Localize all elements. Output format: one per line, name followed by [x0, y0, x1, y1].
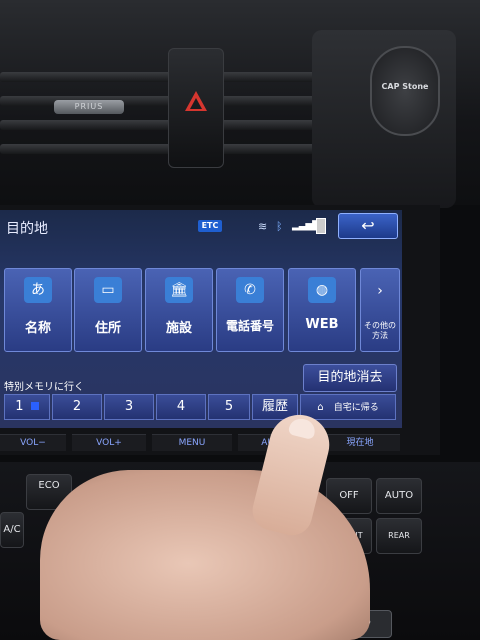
vent-slat [0, 72, 330, 82]
back-button[interactable]: ↩ [338, 213, 398, 239]
memory-button-3[interactable]: 3 [104, 394, 154, 420]
current-location-button[interactable]: 現在地 [320, 434, 400, 451]
hazard-button[interactable] [168, 48, 224, 168]
memory-header: 特別メモリに行く [4, 382, 84, 393]
hazard-icon-inner [190, 98, 202, 109]
home-label: 自宅に帰る [333, 403, 379, 413]
nav-screen: 目的地 ETC ≋ ᛒ ▂▃▅▇ ↩ あ 名称 ▭ 住所 🏛 施設 ✆ 電話番号… [0, 210, 402, 428]
tile-phone-search[interactable]: ✆ 電話番号 [216, 268, 284, 352]
building-icon: 🏛 [165, 277, 193, 303]
hiragana-icon: あ [24, 277, 52, 303]
tile-web-search[interactable]: ◍ WEB [288, 268, 356, 352]
tile-label: 施設 [165, 321, 192, 336]
menu-button[interactable]: MENU [152, 434, 232, 451]
vent-slat [0, 120, 330, 130]
bluetooth-icon: ᛒ [276, 220, 283, 233]
tile-label: 住所 [94, 321, 121, 336]
chevron-right-icon: › [377, 283, 383, 299]
etc-badge: ETC [198, 220, 222, 232]
tile-label: 電話番号 [225, 319, 274, 333]
memory-button-2[interactable]: 2 [52, 394, 102, 420]
page-title: 目的地 [6, 221, 48, 237]
mount-brand: CAP Stone [381, 82, 429, 91]
fingernail [287, 416, 318, 441]
memory-flag-icon [30, 402, 39, 410]
tile-facility-search[interactable]: 🏛 施設 [145, 268, 213, 352]
memory-button-5[interactable]: 5 [208, 394, 250, 420]
nav-topbar: 目的地 ETC ≋ ᛒ ▂▃▅▇ ↩ [0, 210, 402, 244]
vent-slat [0, 96, 330, 106]
battery-icon [316, 218, 326, 234]
tile-other-methods[interactable]: › その他の方法 [360, 268, 400, 352]
globe-icon: ◍ [308, 277, 336, 303]
clear-destination-button[interactable]: 目的地消去 [303, 364, 397, 392]
address-card-icon: ▭ [94, 277, 122, 303]
auto-button[interactable]: AUTO [376, 478, 422, 514]
volume-down-button[interactable]: VOL− [0, 434, 66, 451]
memory-button-1[interactable]: 1 [4, 394, 50, 420]
home-icon: ⌂ [317, 402, 324, 413]
wifi-icon: ≋ [258, 220, 268, 233]
vent-slat [0, 144, 330, 154]
memory-button-4[interactable]: 4 [156, 394, 206, 420]
tile-label: その他の方法 [364, 321, 396, 340]
hand [40, 470, 370, 640]
mount-knob[interactable]: CAP Stone [370, 46, 440, 136]
tile-name-search[interactable]: あ 名称 [4, 268, 72, 352]
tile-address-search[interactable]: ▭ 住所 [74, 268, 142, 352]
volume-up-button[interactable]: VOL+ [72, 434, 146, 451]
go-home-button[interactable]: ⌂ 自宅に帰る [300, 394, 396, 420]
signal-icon: ▂▃▅▇ [292, 220, 320, 231]
ac-button[interactable]: A/C [0, 512, 24, 548]
memory-label: 1 [15, 399, 24, 414]
tile-label: 名称 [24, 321, 51, 336]
vent-badge: PRIUS [54, 100, 124, 114]
tile-label: WEB [305, 317, 339, 332]
phone-icon: ✆ [236, 277, 264, 303]
rear-defrost-button[interactable]: REAR [376, 518, 422, 554]
